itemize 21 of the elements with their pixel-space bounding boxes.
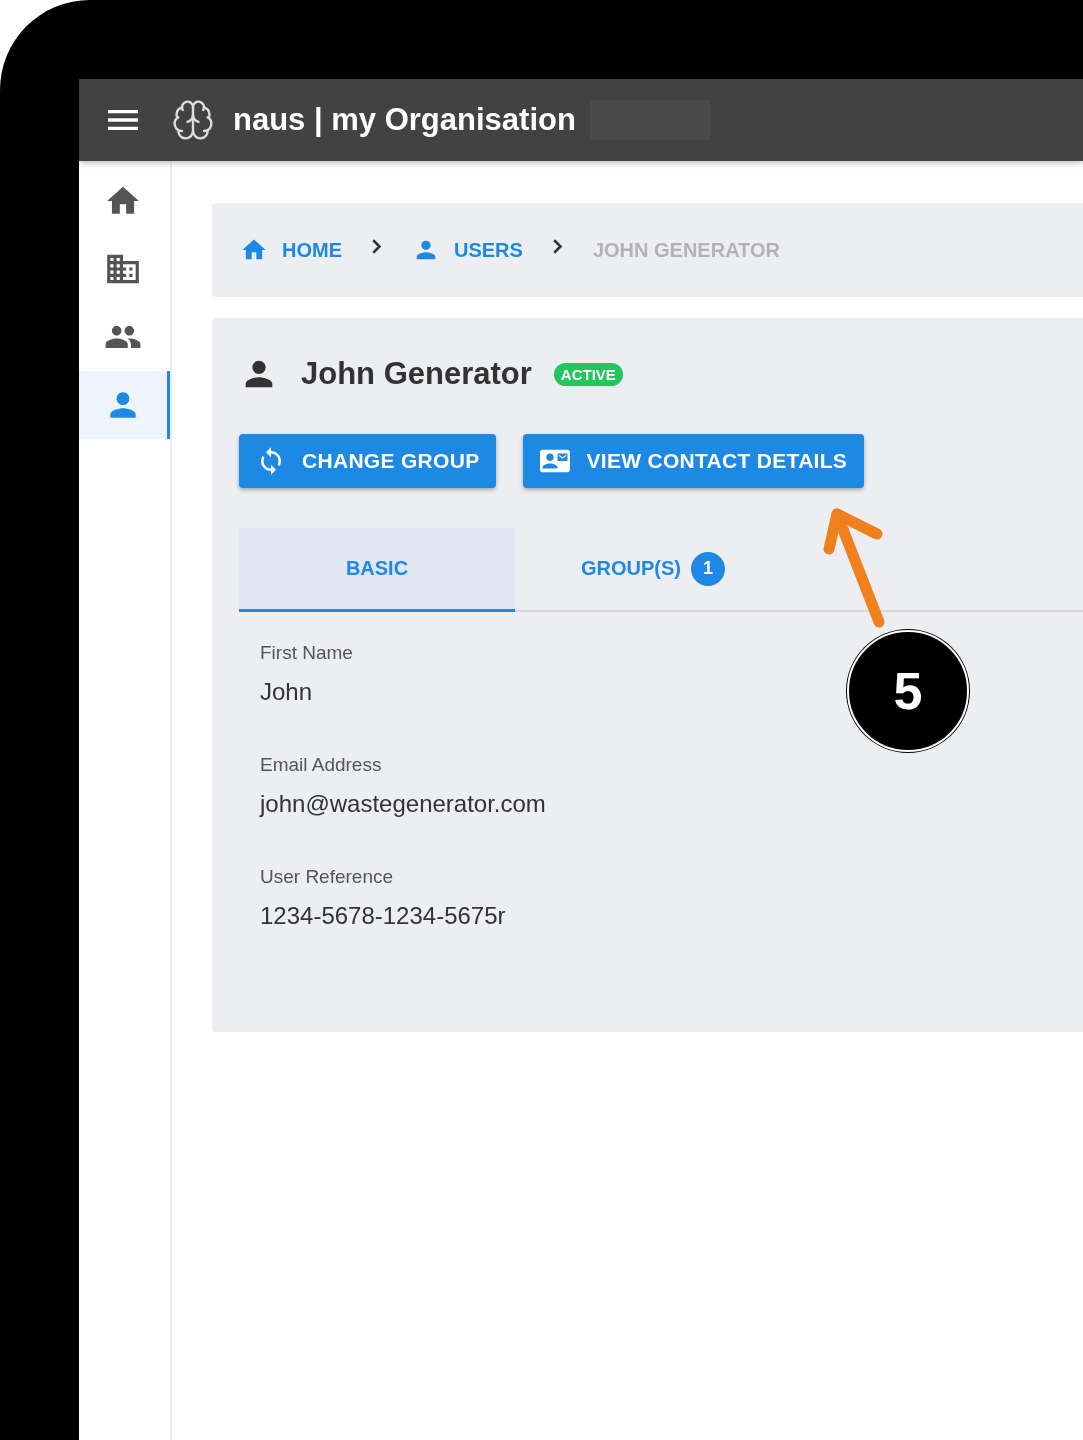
tab[interactable]: GROUP(S) 1 xyxy=(515,528,791,612)
tab[interactable]: BASIC xyxy=(239,528,515,612)
action-button[interactable]: CHANGE GROUP xyxy=(239,434,497,488)
user-name: John Generator xyxy=(301,356,532,392)
breadcrumb-link[interactable]: USERS xyxy=(412,236,523,264)
breadcrumb-link[interactable]: HOME xyxy=(240,236,342,264)
status-badge: ACTIVE xyxy=(553,362,623,386)
field-value: john@wastegenerator.com xyxy=(260,790,546,818)
chevron-icon xyxy=(552,238,563,254)
field-label: User Reference xyxy=(260,866,394,888)
field-label: Email Address xyxy=(260,754,382,776)
action-button[interactable]: VIEW CONTACT DETAILS xyxy=(523,434,865,488)
app-title: naus | my Organisation xyxy=(233,102,576,138)
chevron-icon xyxy=(372,238,382,254)
field-value: 1234-5678-1234-5675r xyxy=(260,902,506,930)
brain-icon xyxy=(171,98,215,142)
count-badge: 1 xyxy=(691,551,725,586)
sidebar-item[interactable] xyxy=(79,371,170,439)
field-value: John xyxy=(260,678,313,706)
field-label: First Name xyxy=(260,642,353,664)
breadcrumb-link[interactable]: JOHN GENERATOR xyxy=(592,238,780,262)
